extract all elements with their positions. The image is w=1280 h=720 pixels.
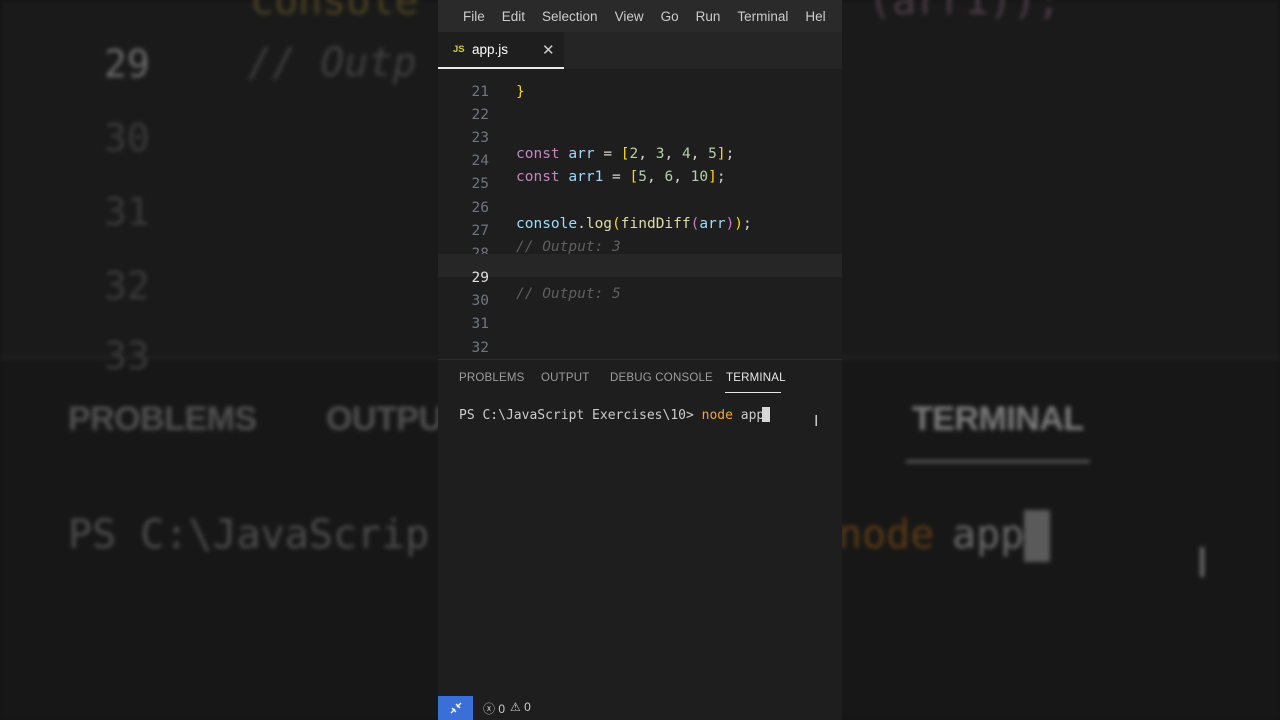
terminal-argument: app xyxy=(740,408,765,423)
warning-icon: ⚠ xyxy=(510,700,521,714)
background-code-top: console xyxy=(250,0,419,24)
menu-file[interactable]: File xyxy=(463,9,485,24)
active-tab-indicator xyxy=(725,392,781,393)
code-line: 25 xyxy=(438,160,842,192)
javascript-file-icon: JS xyxy=(453,44,465,55)
code-line: 24 const arr1 = [5, 6, 10]; xyxy=(438,137,842,185)
background-ibeam-icon: I xyxy=(1196,538,1209,587)
background-tab-underline xyxy=(906,460,1090,463)
background-tab-output: OUTPU xyxy=(326,400,443,438)
errors-status[interactable]: ⓧ 0 xyxy=(483,700,505,717)
remote-glyph-icon xyxy=(450,702,461,714)
warnings-status[interactable]: ⚠ 0 xyxy=(510,700,531,714)
background-tab-terminal: TERMINAL xyxy=(912,400,1084,438)
background-comment: // Outp xyxy=(248,40,417,86)
tab-terminal[interactable]: TERMINAL xyxy=(726,372,786,384)
code-line: 30 xyxy=(438,277,842,309)
bottom-panel: PROBLEMS OUTPUT DEBUG CONSOLE TERMINAL P… xyxy=(438,359,842,696)
menu-selection[interactable]: Selection xyxy=(542,9,598,24)
tab-problems[interactable]: PROBLEMS xyxy=(459,372,525,384)
remote-icon[interactable] xyxy=(438,696,473,720)
menu-go[interactable]: Go xyxy=(661,9,679,24)
status-bar: ⓧ 0 ⚠ 0 xyxy=(438,696,842,720)
code-line: 22 xyxy=(438,91,842,123)
menu-view[interactable]: View xyxy=(615,9,644,24)
menu-edit[interactable]: Edit xyxy=(502,9,525,24)
error-count: 0 xyxy=(498,702,506,716)
background-line-number: 32 xyxy=(104,264,150,308)
code-line: 31 xyxy=(438,300,842,332)
vscode-window: File Edit Selection View Go Run Terminal… xyxy=(438,0,842,720)
tab-app-js[interactable]: JS app.js ✕ xyxy=(438,32,564,69)
background-line-number: 33 xyxy=(104,334,150,378)
background-line-number: 30 xyxy=(104,116,150,160)
menu-help[interactable]: Hel xyxy=(805,9,825,24)
title-bar: File Edit Selection View Go Run Terminal… xyxy=(438,0,842,32)
warning-count: 0 xyxy=(524,700,531,714)
background-argument: app xyxy=(952,512,1025,558)
close-icon[interactable]: ✕ xyxy=(542,41,555,59)
tab-output[interactable]: OUTPUT xyxy=(541,372,589,384)
background-line-number: 29 xyxy=(104,42,150,86)
terminal-cursor xyxy=(762,407,771,422)
tab-debug-console[interactable]: DEBUG CONSOLE xyxy=(610,372,713,384)
code-line: 28 console.log(findDiff(arr1)); xyxy=(438,230,842,278)
background-prompt: PS C:\JavaScrip xyxy=(68,512,430,558)
background-code-top-right: (arr1)); xyxy=(868,0,1061,24)
code-line: 23 const arr = [2, 3, 4, 5]; xyxy=(438,114,842,162)
code-line: 21} xyxy=(438,69,842,100)
terminal-prompt: PS C:\JavaScript Exercises\10> xyxy=(459,408,694,423)
code-editor[interactable]: 21} 22 23 const arr = [2, 3, 4, 5]; 24 c… xyxy=(438,69,842,359)
background-line-number: 31 xyxy=(104,190,150,234)
tab-label: app.js xyxy=(472,42,509,57)
background-cursor xyxy=(1024,510,1050,562)
code-line: 33 xyxy=(438,347,842,359)
code-line: 27 // Output: 3 xyxy=(438,207,842,255)
code-line: 26 console.log(findDiff(arr)); xyxy=(438,184,842,232)
menu-run[interactable]: Run xyxy=(696,9,721,24)
terminal-input-line[interactable]: PS C:\JavaScript Exercises\10> node app xyxy=(459,407,771,423)
editor-tab-bar: JS app.js ✕ xyxy=(438,32,842,69)
code-line-current: 29 // Output: 5 xyxy=(438,254,842,302)
mouse-ibeam-icon: I xyxy=(814,413,819,430)
error-icon: ⓧ xyxy=(483,702,496,716)
code-line: 32 xyxy=(438,324,842,356)
terminal-command: node xyxy=(701,408,733,423)
menu-terminal[interactable]: Terminal xyxy=(737,9,788,24)
background-tab-problems: PROBLEMS xyxy=(68,400,257,438)
background-command: node xyxy=(838,512,935,558)
